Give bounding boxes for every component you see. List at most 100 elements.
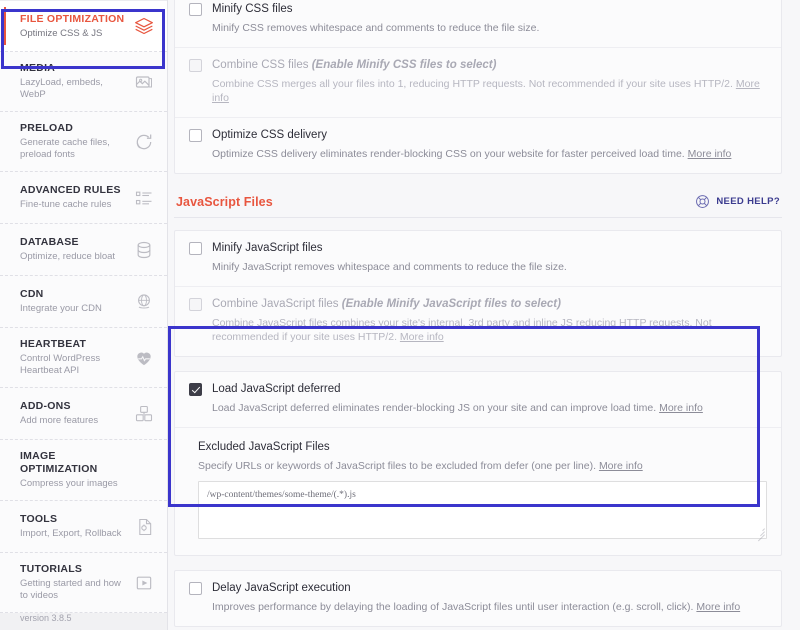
sidebar: FILE OPTIMIZATIONOptimize CSS & JS MEDIAL… (0, 0, 168, 630)
option-label: Optimize CSS delivery (212, 128, 327, 142)
sidebar-item-text: IMAGE OPTIMIZATION Compress your images (20, 450, 133, 490)
option-label-text: Combine CSS files (212, 59, 312, 71)
option-description-text: Minify CSS removes whitespace and commen… (212, 22, 539, 34)
option-description: Minify CSS removes whitespace and commen… (212, 21, 767, 35)
more-info-link[interactable]: More info (599, 460, 643, 472)
option-description: Combine CSS merges all your files into 1… (212, 77, 767, 105)
sidebar-item-text: CDNIntegrate your CDN (20, 288, 133, 315)
checkbox-minify-css[interactable] (189, 3, 202, 16)
javascript-files-section-header: JavaScript Files NEED HELP? (174, 188, 782, 218)
option-description-text: Combine JavaScript files combines your s… (212, 317, 712, 343)
option-label: Minify CSS files (212, 2, 293, 16)
none (133, 459, 155, 481)
option-description-text: Minify JavaScript removes whitespace and… (212, 261, 567, 273)
sidebar-item-title: MEDIA (20, 62, 129, 75)
sidebar-item-title: PRELOAD (20, 122, 129, 135)
sidebar-item-heartbeat[interactable]: HEARTBEATControl WordPress Heartbeat API (0, 328, 167, 388)
css-files-card: Minify CSS files Minify CSS removes whit… (174, 0, 782, 174)
wp-rocket-settings-page: FILE OPTIMIZATIONOptimize CSS & JSMEDIAL… (0, 0, 800, 630)
option-description: Load JavaScript deferred eliminates rend… (212, 401, 767, 415)
database-icon (133, 239, 155, 261)
sidebar-item-advanced-rules[interactable]: ADVANCED RULESFine-tune cache rules (0, 172, 167, 224)
checkbox-optimize-css-delivery[interactable] (189, 129, 202, 142)
sidebar-item-text: DATABASE Optimize, reduce bloat (20, 236, 133, 263)
option-label: Load JavaScript deferred (212, 382, 341, 396)
more-info-link[interactable]: More info (688, 148, 732, 160)
excluded-javascript-files-input[interactable] (198, 481, 767, 539)
sidebar-item-title: ADD-ONS (20, 400, 129, 413)
refresh-icon (133, 131, 155, 153)
sidebar-item-text: MEDIALazyLoad, embeds, WebP (20, 62, 133, 101)
sidebar-item-title: TOOLS (20, 513, 129, 526)
option-label: Delay JavaScript execution (212, 581, 351, 595)
sidebar-item-subtitle: Integrate your CDN (20, 303, 129, 315)
sidebar-item-title: ADVANCED RULES (20, 184, 129, 197)
sidebar-item-preload[interactable]: PRELOADGenerate cache files, preload fon… (0, 112, 167, 172)
option-label: Minify JavaScript files (212, 241, 323, 255)
globe-icon (133, 291, 155, 313)
option-label: Combine CSS files (Enable Minify CSS fil… (212, 58, 496, 72)
list-icon (133, 187, 155, 209)
more-info-link[interactable]: More info (659, 402, 703, 414)
section-title: JavaScript Files (176, 195, 273, 209)
sidebar-item-title: IMAGE OPTIMIZATION (20, 450, 129, 476)
option-combine-css: Combine CSS files (Enable Minify CSS fil… (175, 48, 781, 118)
version-label: version 3.8.5 (0, 613, 167, 630)
need-help-button[interactable]: NEED HELP? (695, 194, 780, 209)
checkbox-combine-css[interactable] (189, 59, 202, 72)
sidebar-item-add-ons[interactable]: ADD-ONS Add more features (0, 388, 167, 440)
more-info-link[interactable]: More info (696, 601, 740, 613)
sidebar-item-cdn[interactable]: CDNIntegrate your CDN (0, 276, 167, 328)
sidebar-item-file-optimization[interactable]: FILE OPTIMIZATIONOptimize CSS & JS (0, 0, 167, 52)
option-label-text: Delay JavaScript execution (212, 582, 351, 594)
sidebar-item-database[interactable]: DATABASE Optimize, reduce bloat (0, 224, 167, 276)
sidebar-item-text: HEARTBEATControl WordPress Heartbeat API (20, 338, 133, 377)
sidebar-nav-list: FILE OPTIMIZATIONOptimize CSS & JS MEDIAL… (0, 0, 167, 613)
heart-icon (133, 347, 155, 369)
option-load-javascript-deferred: Load JavaScript deferred Load JavaScript… (175, 372, 781, 428)
need-help-label: NEED HELP? (716, 196, 780, 207)
javascript-minify-card: Minify JavaScript files Minify JavaScrip… (174, 230, 782, 357)
option-description-text: Load JavaScript deferred eliminates rend… (212, 402, 659, 414)
sidebar-item-subtitle: Optimize CSS & JS (20, 28, 129, 40)
checkbox-combine-javascript[interactable] (189, 298, 202, 311)
excluded-files-description: Specify URLs or keywords of JavaScript f… (198, 459, 767, 473)
option-label: Combine JavaScript files (Enable Minify … (212, 297, 561, 311)
sidebar-item-tutorials[interactable]: TUTORIALS Getting started and how to vide… (0, 553, 167, 613)
sidebar-item-media[interactable]: MEDIALazyLoad, embeds, WebP (0, 52, 167, 112)
sidebar-item-tools[interactable]: TOOLS Import, Export, Rollback (0, 501, 167, 553)
option-description: Improves performance by delaying the loa… (212, 600, 767, 614)
option-optimize-css-delivery: Optimize CSS delivery Optimize CSS deliv… (175, 118, 781, 173)
option-description-text: Improves performance by delaying the loa… (212, 601, 696, 613)
sidebar-item-title: DATABASE (20, 236, 129, 249)
option-description: Optimize CSS delivery eliminates render-… (212, 147, 767, 161)
more-info-link[interactable]: More info (400, 331, 444, 343)
excluded-javascript-files-block: Excluded JavaScript Files Specify URLs o… (175, 428, 781, 555)
sidebar-item-subtitle: Optimize, reduce bloat (20, 251, 129, 263)
sidebar-item-text: ADVANCED RULESFine-tune cache rules (20, 184, 133, 211)
option-description-text: Combine CSS merges all your files into 1… (212, 78, 736, 90)
sidebar-item-subtitle: Compress your images (20, 478, 129, 490)
sidebar-item-image-optimization[interactable]: IMAGE OPTIMIZATION Compress your images (0, 440, 167, 501)
sidebar-item-text: TOOLS Import, Export, Rollback (20, 513, 133, 540)
sidebar-item-text: FILE OPTIMIZATIONOptimize CSS & JS (20, 13, 133, 40)
play-icon (133, 572, 155, 594)
option-delay-javascript-execution: Delay JavaScript execution Improves perf… (175, 571, 781, 626)
image-icon (133, 71, 155, 93)
option-minify-javascript: Minify JavaScript files Minify JavaScrip… (175, 231, 781, 287)
sidebar-item-title: TUTORIALS (20, 563, 129, 576)
checkbox-load-javascript-deferred[interactable] (189, 383, 202, 396)
sidebar-item-subtitle: Import, Export, Rollback (20, 528, 129, 540)
sidebar-item-subtitle: Add more features (20, 415, 129, 427)
puzzle-icon (133, 403, 155, 425)
layers-icon (133, 15, 155, 37)
checkbox-minify-javascript[interactable] (189, 242, 202, 255)
sidebar-item-subtitle: Getting started and how to videos (20, 578, 129, 602)
excluded-files-description-text: Specify URLs or keywords of JavaScript f… (198, 460, 599, 472)
load-javascript-deferred-card: Load JavaScript deferred Load JavaScript… (174, 371, 782, 556)
option-label-text: Minify CSS files (212, 3, 293, 15)
sidebar-item-subtitle: Control WordPress Heartbeat API (20, 353, 129, 377)
checkbox-delay-javascript-execution[interactable] (189, 582, 202, 595)
option-label-text: Combine JavaScript files (212, 298, 342, 310)
sidebar-item-text: ADD-ONS Add more features (20, 400, 133, 427)
